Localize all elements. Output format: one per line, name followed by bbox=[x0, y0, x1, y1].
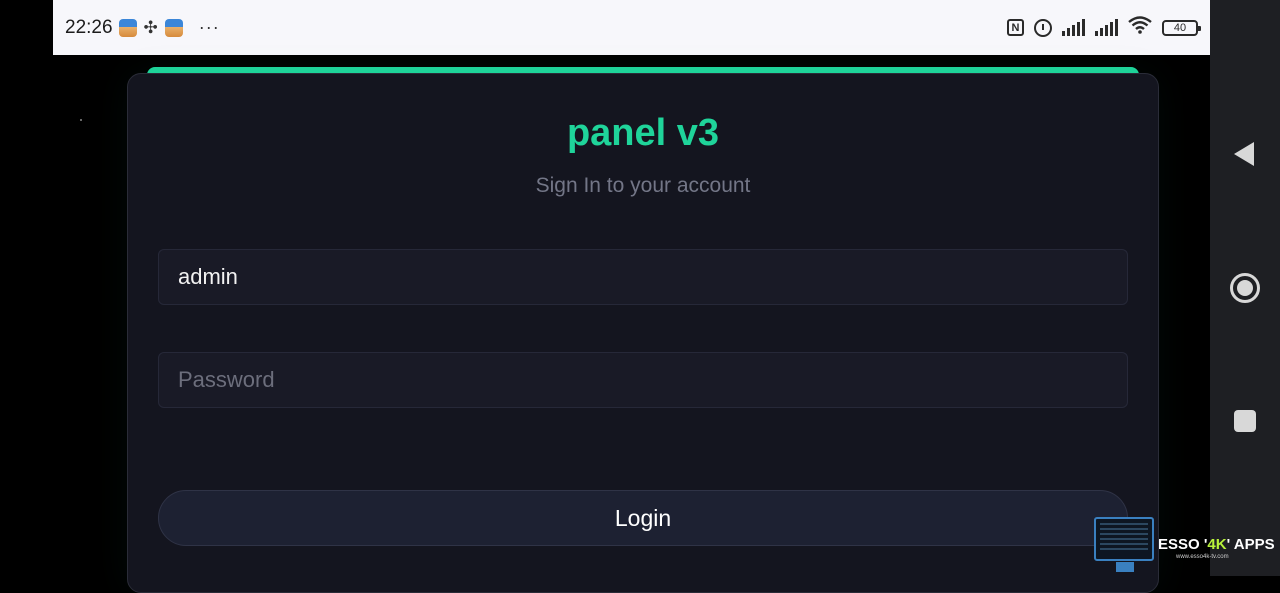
watermark-brand-prefix: ESSO ' bbox=[1158, 536, 1208, 553]
password-input[interactable] bbox=[158, 352, 1128, 408]
background-dot bbox=[80, 119, 82, 121]
status-time: 22:26 bbox=[65, 16, 113, 38]
watermark-logo: ESSO '4K' APPS www.esso4k-tv.com bbox=[1094, 515, 1280, 576]
wifi-icon bbox=[1128, 16, 1152, 39]
sign-in-subtitle: Sign In to your account bbox=[535, 174, 751, 197]
watermark-brand: ESSO '4K' APPS bbox=[1158, 536, 1275, 553]
watermark-brand-highlight: 4K bbox=[1207, 536, 1227, 553]
home-icon[interactable] bbox=[1230, 273, 1260, 303]
more-notifications-icon: ··· bbox=[198, 17, 220, 37]
watermark-url: www.esso4k-tv.com bbox=[1176, 554, 1229, 560]
signal-icon bbox=[1062, 19, 1085, 36]
notification-app-icon bbox=[164, 18, 183, 37]
alarm-icon bbox=[1034, 18, 1052, 37]
monitor-stand bbox=[1116, 562, 1134, 572]
notification-app-icon bbox=[118, 18, 137, 37]
back-icon[interactable] bbox=[1234, 142, 1254, 166]
login-card: panel v3 Sign In to your account Login bbox=[127, 73, 1159, 593]
login-button[interactable]: Login bbox=[158, 490, 1128, 546]
status-right: N 40 bbox=[1007, 16, 1201, 39]
monitor-icon bbox=[1094, 517, 1154, 561]
battery-icon: 40 bbox=[1162, 19, 1201, 36]
signal-icon bbox=[1095, 19, 1118, 36]
fan-icon: ✣ bbox=[143, 17, 158, 37]
panel-title: panel v3 bbox=[566, 112, 720, 154]
watermark-brand-suffix: ' APPS bbox=[1226, 536, 1275, 553]
username-input[interactable] bbox=[158, 249, 1128, 305]
recents-icon[interactable] bbox=[1234, 410, 1256, 432]
nfc-icon: N bbox=[1007, 19, 1024, 36]
navigation-bar bbox=[1210, 0, 1280, 576]
status-bar: 22:26 ✣ ··· N 40 bbox=[53, 0, 1210, 55]
status-left: 22:26 ✣ ··· bbox=[65, 17, 220, 39]
screen: 22:26 ✣ ··· N 40 panel v3 Sign In to you… bbox=[0, 0, 1280, 593]
